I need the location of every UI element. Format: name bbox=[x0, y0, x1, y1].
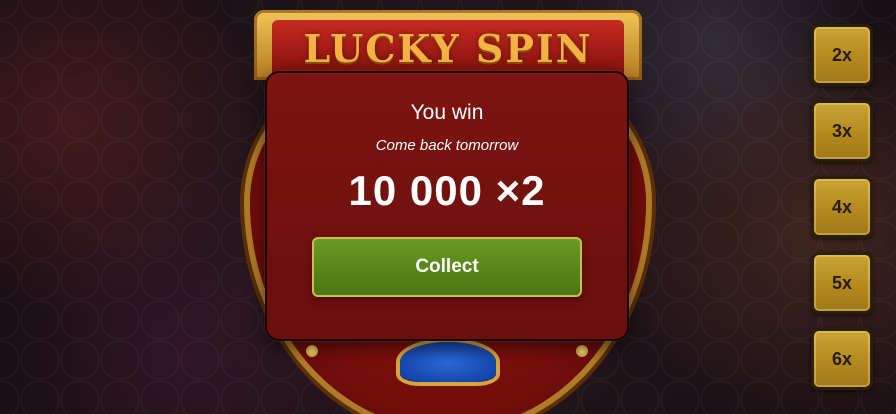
wheel-title: LUCKY SPIN bbox=[303, 26, 593, 71]
multiplier-button-4x[interactable]: 4x bbox=[811, 176, 873, 238]
wheel-hub bbox=[400, 342, 496, 382]
win-popup: You win Come back tomorrow 10 000 ×2 Col… bbox=[265, 71, 629, 341]
game-scene: LUCKY SPIN You win Come back tomorrow 10… bbox=[0, 0, 896, 414]
collect-button[interactable]: Collect bbox=[312, 237, 582, 297]
multiplier-column: 2x 3x 4x 5x 6x bbox=[811, 24, 873, 404]
popup-subtitle: Come back tomorrow bbox=[375, 137, 519, 154]
multiplier-button-3x[interactable]: 3x bbox=[811, 100, 873, 162]
multiplier-button-6x[interactable]: 6x bbox=[811, 328, 873, 390]
multiplier-button-5x[interactable]: 5x bbox=[811, 252, 873, 314]
popup-title: You win bbox=[410, 101, 484, 124]
multiplier-button-2x[interactable]: 2x bbox=[811, 24, 873, 86]
wheel-title-banner: LUCKY SPIN bbox=[254, 10, 642, 80]
win-amount: 10 000 ×2 bbox=[348, 167, 546, 214]
wheel-light-dot bbox=[576, 345, 588, 357]
wheel-light-dot bbox=[306, 345, 318, 357]
